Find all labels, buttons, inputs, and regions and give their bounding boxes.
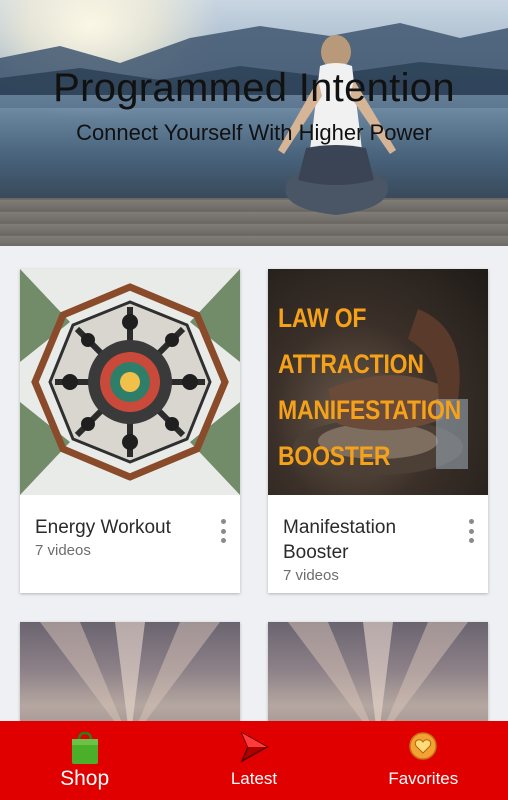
app-screen: Programmed Intention Connect Yourself Wi… <box>0 0 508 800</box>
poster-line-1: LAW OF ATTRACTION <box>278 303 424 379</box>
playlist-card-energy-workout[interactable]: Energy Workout 7 videos <box>20 269 240 593</box>
nav-shop[interactable]: Shop <box>0 721 169 800</box>
nav-favorites-label[interactable]: Favorites <box>388 769 458 789</box>
play-arrow-icon <box>240 731 269 763</box>
app-title: Programmed Intention <box>53 66 455 110</box>
more-options-icon[interactable] <box>216 519 230 543</box>
playlist-thumbnail[interactable]: LAW OF ATTRACTION MANIFESTATION BOOSTER <box>268 269 488 495</box>
poster-line-2: MANIFESTATION <box>278 395 462 425</box>
more-options-icon[interactable] <box>464 519 478 543</box>
playlist-video-count: 7 videos <box>35 542 91 559</box>
poster-line-3: BOOSTER <box>278 441 391 471</box>
heart-badge-icon <box>409 732 438 760</box>
nav-shop-label[interactable]: Shop <box>60 767 109 791</box>
playlist-title[interactable]: Energy Workout <box>35 515 215 540</box>
poster-text: LAW OF ATTRACTION MANIFESTATION BOOSTER <box>278 295 488 479</box>
kaleidoscope-mandala-image <box>20 269 240 495</box>
nav-latest-label[interactable]: Latest <box>231 769 277 789</box>
playlist-thumbnail[interactable] <box>20 269 240 495</box>
playlist-title[interactable]: Manifestation Booster <box>283 515 463 565</box>
app-subtitle: Connect Yourself With Higher Power <box>76 120 432 145</box>
lake-water <box>0 95 508 205</box>
wooden-dock <box>0 198 508 246</box>
nav-favorites[interactable]: Favorites <box>339 721 508 800</box>
shopping-bag-icon <box>71 731 98 764</box>
playlist-card-manifestation-booster[interactable]: LAW OF ATTRACTION MANIFESTATION BOOSTER … <box>268 269 488 593</box>
bottom-navigation: Shop Latest Favorites <box>0 721 508 800</box>
playlist-video-count: 7 videos <box>283 567 339 584</box>
nav-latest[interactable]: Latest <box>169 721 338 800</box>
hero-banner: Programmed Intention Connect Yourself Wi… <box>0 0 508 246</box>
